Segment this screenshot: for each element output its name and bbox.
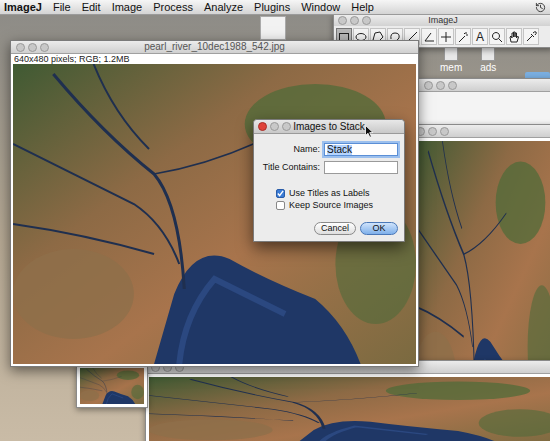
window-controls [16, 43, 49, 52]
images-to-stack-dialog[interactable]: Images to Stack Name: Stack Title Contains:… [253, 119, 405, 242]
checkbox-group: Use Titles as Labels Keep Source Images [254, 189, 398, 210]
checkbox-row[interactable]: Keep Source Images [276, 201, 398, 210]
window-controls [338, 16, 371, 25]
window-controls [416, 127, 449, 136]
image-canvas[interactable] [146, 374, 550, 441]
point-icon [440, 31, 452, 43]
desktop-thumbnail[interactable] [260, 16, 286, 40]
button-row: Cancel OK [254, 222, 398, 235]
text-tool[interactable]: A [472, 28, 488, 45]
menu-item[interactable]: Process [153, 2, 193, 13]
window-body [419, 92, 550, 127]
menu-items: ImageJ File Edit Image Process Analyze Plugins… [4, 2, 374, 13]
background-image-window[interactable] [145, 360, 550, 441]
background-window[interactable] [418, 78, 550, 128]
field-label: Title Contains: [254, 163, 320, 172]
wand-tool[interactable] [455, 28, 471, 45]
field-row: Title Contains: [254, 161, 398, 174]
button-label: Cancel [321, 224, 349, 233]
dropper-tool[interactable] [523, 28, 539, 45]
desktop: ImageJ File Edit Image Process Analyze Plugins… [0, 0, 550, 441]
text-field[interactable]: Stack [324, 143, 398, 156]
desktop-icon-label: mem [440, 63, 462, 73]
close-button[interactable] [424, 81, 433, 90]
minimize-button[interactable] [28, 43, 37, 52]
field-value: Stack [327, 145, 352, 155]
zoom-button[interactable] [40, 43, 49, 52]
desktop-icon-label: ads [480, 63, 496, 73]
dialog-title-bar[interactable]: Images to Stack [254, 120, 404, 134]
dropper-icon [525, 31, 537, 43]
menu-item[interactable]: Plugins [254, 2, 290, 13]
wand-icon [457, 31, 469, 43]
button-label: OK [372, 224, 385, 233]
window-title-bar[interactable]: ImageJ [334, 15, 550, 26]
menu-item[interactable]: Help [351, 2, 374, 13]
checkbox-label: Keep Source Images [289, 201, 373, 210]
text-field[interactable] [324, 161, 398, 174]
checkbox[interactable] [276, 201, 285, 210]
hand-tool[interactable] [506, 28, 522, 45]
magnifier-icon [491, 31, 503, 43]
desktop-icon[interactable]: ads [480, 47, 496, 73]
checkbox[interactable] [276, 189, 285, 198]
minimize-button[interactable] [270, 122, 279, 131]
cancel-button[interactable]: Cancel [314, 222, 356, 235]
small-window-photo [80, 368, 144, 404]
menu-bar: ImageJ File Edit Image Process Analyze Plugins… [0, 0, 550, 15]
zoom-button[interactable] [448, 81, 457, 90]
zoom-button[interactable] [282, 122, 291, 131]
app-menu[interactable]: ImageJ [4, 2, 42, 13]
angle-icon [423, 31, 435, 43]
checkmark-icon [277, 190, 284, 197]
menu-item[interactable]: Analyze [204, 2, 243, 13]
dialog-body: Name: Stack Title Contains: Use Titles as L… [254, 134, 404, 241]
menu-item[interactable]: File [53, 2, 71, 13]
small-image-window[interactable] [76, 364, 148, 408]
file-icon [444, 47, 458, 61]
window-title: pearl_river_10dec1988_542.jpg [144, 42, 285, 52]
minimize-button[interactable] [436, 81, 445, 90]
close-button[interactable] [338, 16, 347, 25]
file-icon [481, 47, 495, 61]
desktop-icon[interactable]: mem [440, 47, 462, 73]
close-button[interactable] [258, 122, 267, 131]
zoom-button[interactable] [440, 127, 449, 136]
background-image-window-photo [149, 377, 550, 441]
window-title-bar[interactable]: pearl_river_10dec1988_542.jpg [11, 41, 418, 54]
minimize-button[interactable] [350, 16, 359, 25]
checkbox-label: Use Titles as Labels [289, 189, 370, 198]
desktop-icon-area: mem ads [440, 47, 496, 73]
minimize-button[interactable] [428, 127, 437, 136]
menu-item[interactable]: Window [301, 2, 340, 13]
window-controls [424, 81, 457, 90]
field-label: Name: [254, 145, 320, 154]
zoom-button[interactable] [362, 16, 371, 25]
angle-tool[interactable] [421, 28, 437, 45]
menu-item[interactable]: Image [112, 2, 143, 13]
point-tool[interactable] [438, 28, 454, 45]
dialog-title: Images to Stack [293, 122, 365, 132]
window-title-bar[interactable] [411, 125, 550, 138]
ok-button[interactable]: OK [360, 222, 398, 235]
image-info: 640x480 pixels; RGB; 1.2MB [11, 54, 418, 64]
hand-icon [508, 31, 520, 43]
mouse-cursor-icon [365, 125, 374, 138]
time-machine-icon[interactable] [535, 2, 546, 13]
checkbox-row[interactable]: Use Titles as Labels [276, 189, 398, 198]
text-tool-label: A [476, 31, 484, 43]
window-title: ImageJ [428, 16, 458, 25]
field-row: Name: Stack [254, 143, 398, 156]
magnifier-tool[interactable] [489, 28, 505, 45]
dialog-controls [258, 122, 291, 131]
close-button[interactable] [16, 43, 25, 52]
menu-item[interactable]: Edit [82, 2, 101, 13]
window-title-bar[interactable] [419, 79, 550, 92]
